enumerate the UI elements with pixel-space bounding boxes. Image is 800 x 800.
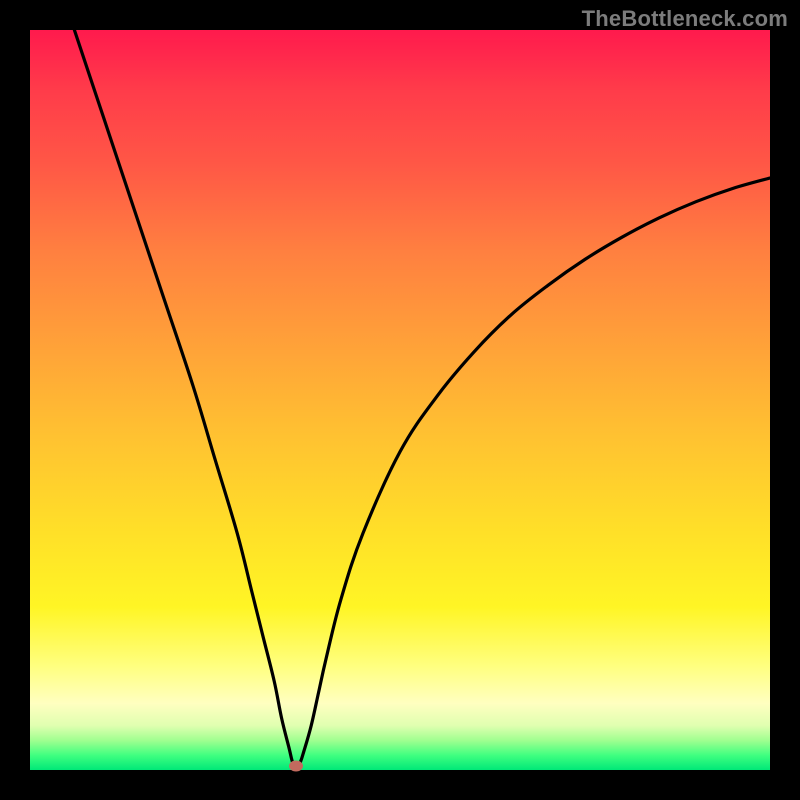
- plot-area: [30, 30, 770, 770]
- chart-frame: TheBottleneck.com: [0, 0, 800, 800]
- bottleneck-curve: [30, 30, 770, 770]
- minimum-marker: [289, 761, 303, 772]
- watermark-text: TheBottleneck.com: [582, 6, 788, 32]
